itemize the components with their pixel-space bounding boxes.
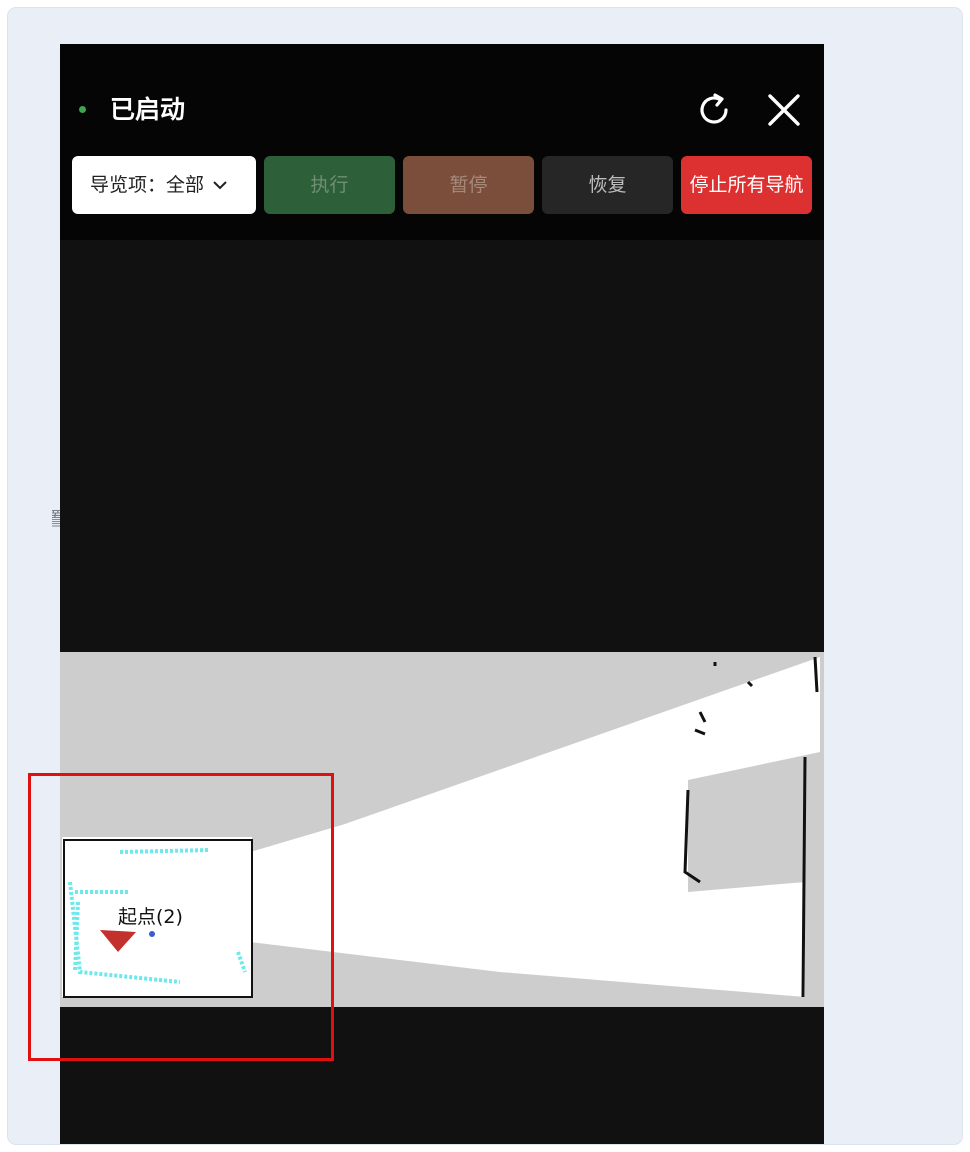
top-bar: 已启动 导览项：全部 执行 暂停 恢复 停止所有导航 — [60, 44, 824, 240]
status-title: 已启动 — [110, 95, 186, 124]
refresh-icon — [700, 93, 728, 124]
pause-button[interactable]: 暂停 — [403, 156, 534, 214]
run-button[interactable]: 执行 — [264, 156, 395, 214]
tour-item-select[interactable]: 导览项：全部 — [72, 156, 256, 214]
stop-all-navigation-button[interactable]: 停止所有导航 — [681, 156, 812, 214]
tour-item-select-label: 导览项：全部 — [90, 173, 205, 196]
status-indicator-dot — [79, 106, 86, 113]
refresh-button[interactable] — [692, 88, 736, 132]
resume-button[interactable]: 恢复 — [542, 156, 673, 214]
close-icon — [768, 94, 800, 126]
action-toolbar: 导览项：全部 执行 暂停 恢复 停止所有导航 — [60, 132, 824, 240]
close-button[interactable] — [762, 88, 806, 132]
chevron-down-icon — [213, 181, 227, 190]
highlight-rectangle — [28, 773, 334, 1061]
